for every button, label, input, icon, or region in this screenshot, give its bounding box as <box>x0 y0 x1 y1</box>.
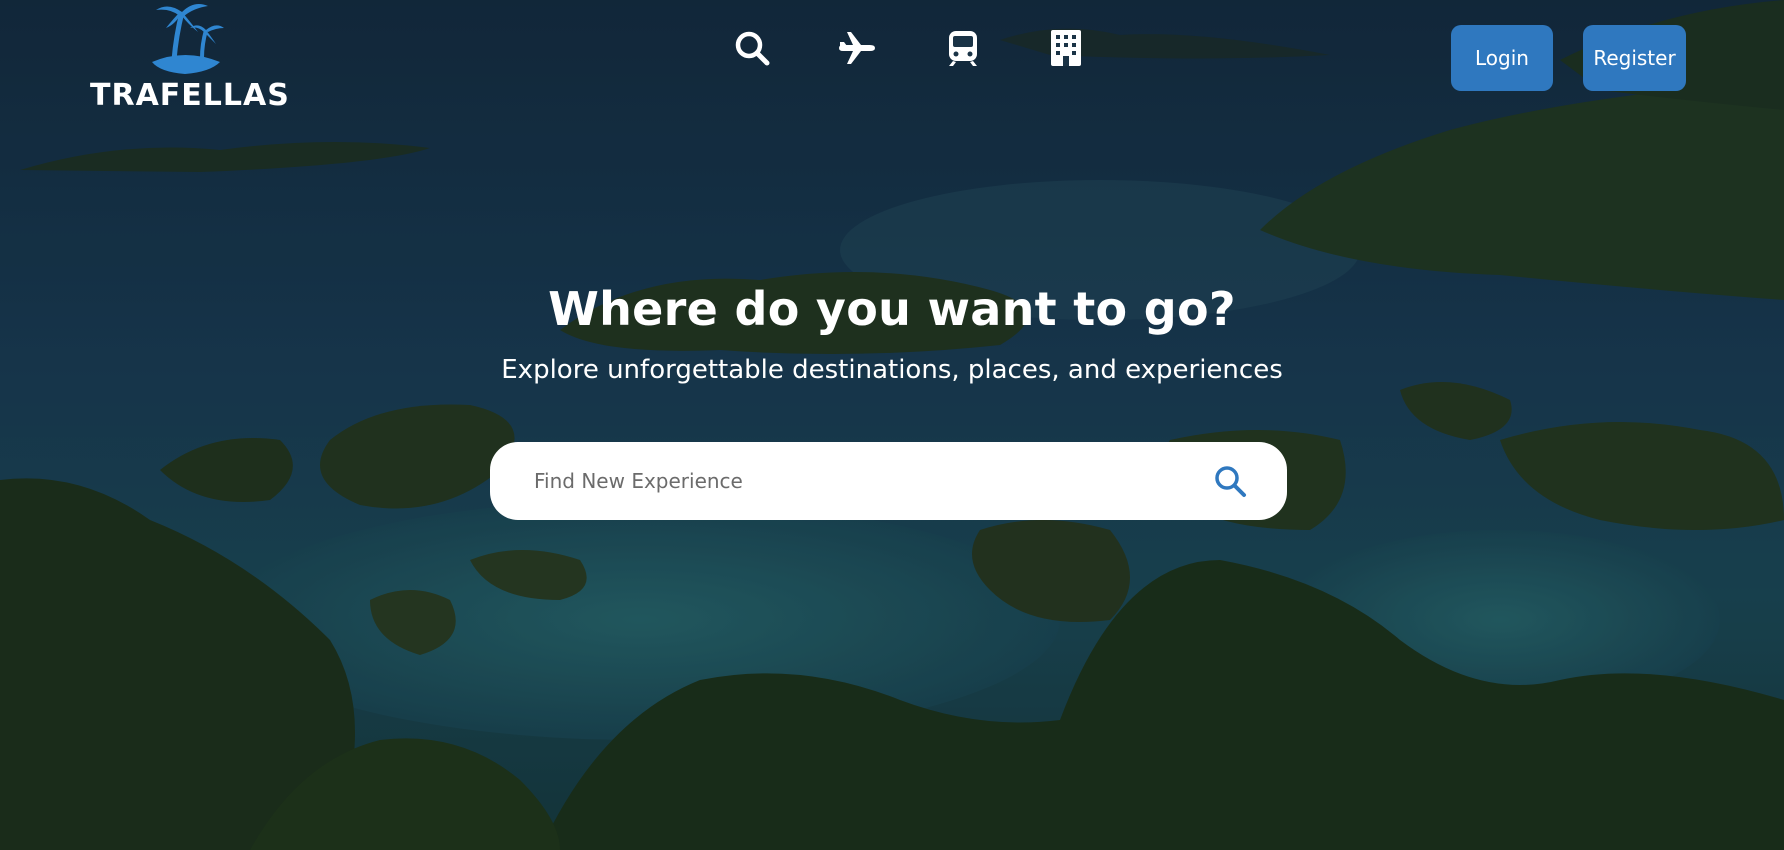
hero-overlay <box>0 0 1784 850</box>
hotel-building-icon[interactable] <box>1042 24 1090 72</box>
search-submit-button[interactable] <box>1210 461 1250 501</box>
hero-headline: Where do you want to go? <box>548 282 1236 336</box>
airplane-icon[interactable] <box>833 24 881 72</box>
train-icon[interactable] <box>939 24 987 72</box>
brand-name: TRAFELLAS <box>90 78 290 113</box>
palm-island-icon <box>152 4 224 74</box>
brand-logo[interactable]: TRAFELLAS <box>90 0 290 120</box>
search-input[interactable] <box>534 459 1174 503</box>
hero-section <box>0 0 1784 850</box>
hero-subline: Explore unforgettable destinations, plac… <box>501 355 1283 385</box>
register-button[interactable]: Register <box>1583 25 1686 91</box>
search-icon[interactable] <box>728 24 776 72</box>
login-button[interactable]: Login <box>1451 25 1553 91</box>
search-bar <box>490 442 1287 520</box>
search-icon <box>1215 466 1246 497</box>
